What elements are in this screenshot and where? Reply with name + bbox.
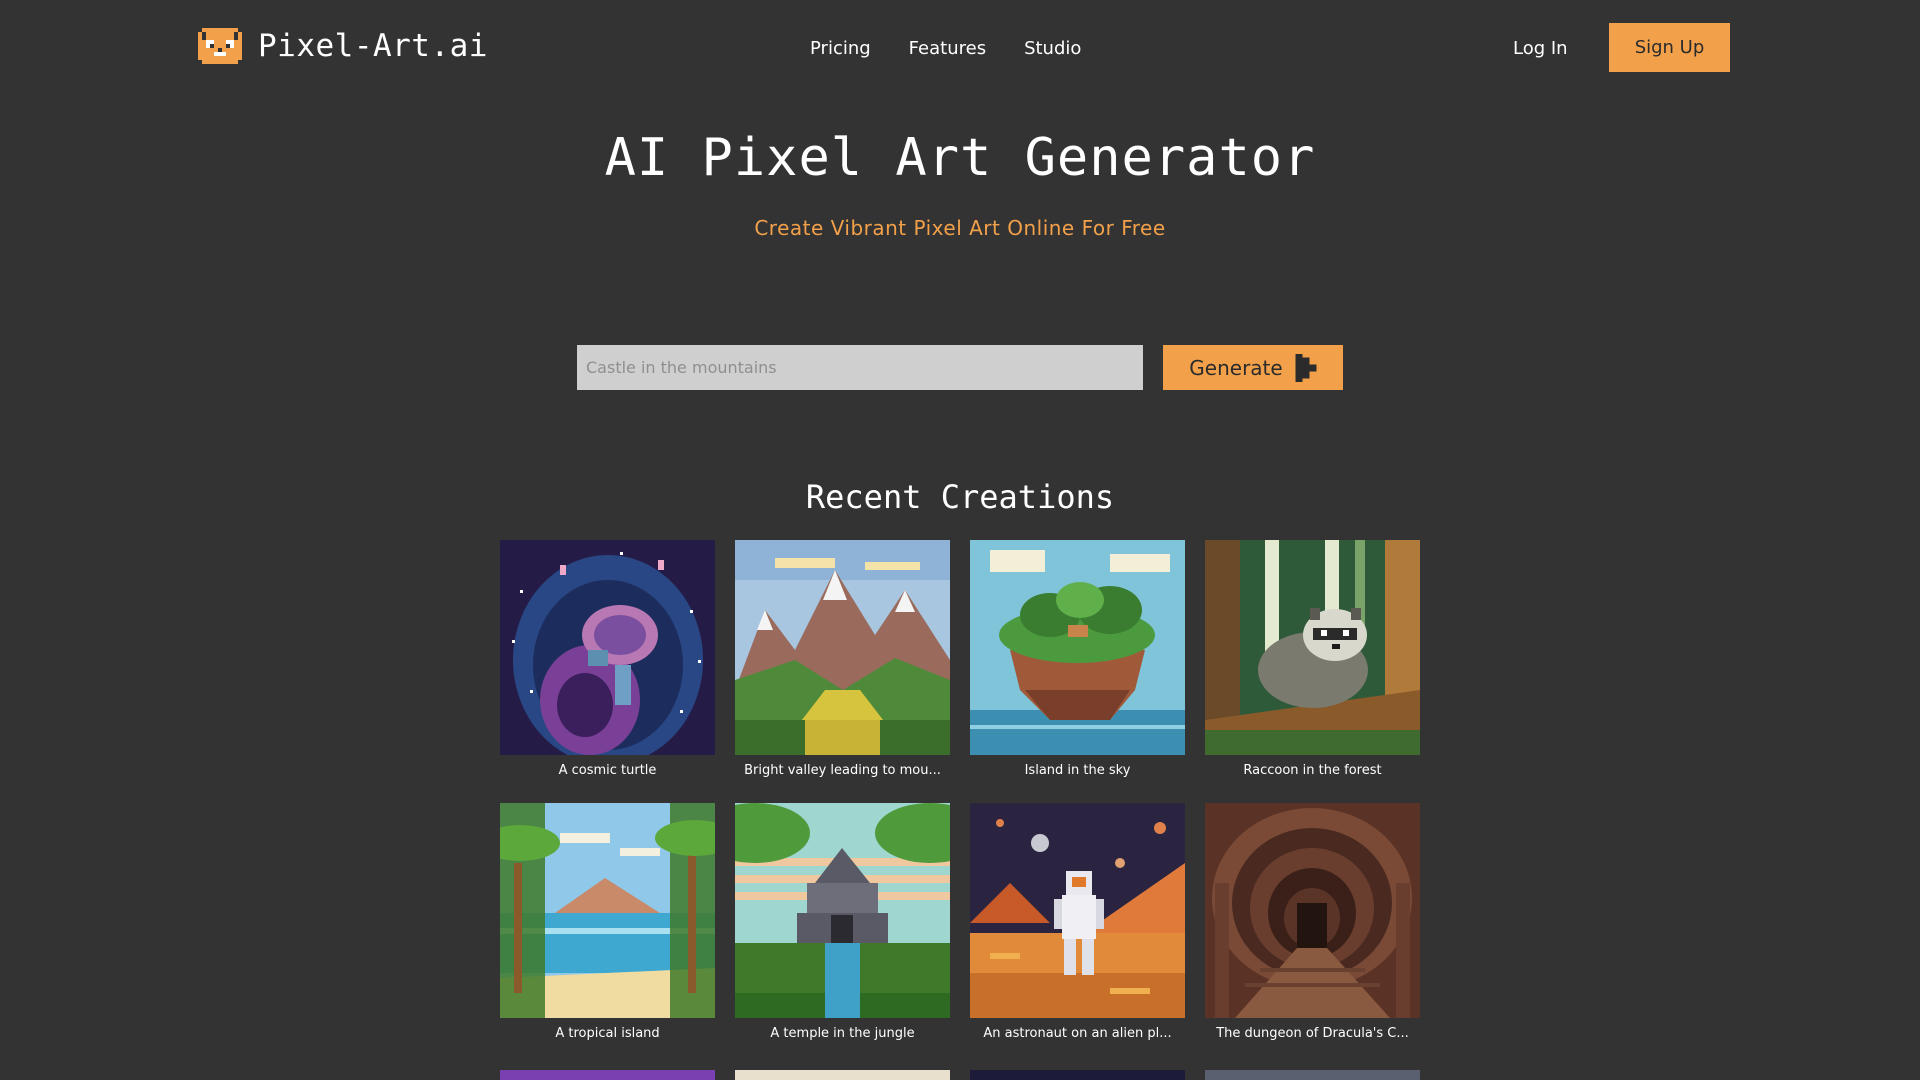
- creations-grid-next-row: [500, 1070, 1420, 1080]
- creation-caption: The dungeon of Dracula's C...: [1216, 1026, 1409, 1041]
- nav-studio[interactable]: Studio: [1024, 38, 1081, 59]
- creation-thumbnail[interactable]: [500, 803, 715, 1018]
- creation-card[interactable]: A tropical island: [500, 803, 715, 1044]
- creation-caption: Island in the sky: [1024, 763, 1131, 778]
- creation-thumbnail[interactable]: [500, 540, 715, 755]
- creation-card[interactable]: Bright valley leading to mou...: [735, 540, 950, 781]
- signup-button[interactable]: Sign Up: [1609, 23, 1730, 72]
- tropical-island-image: [500, 803, 715, 1018]
- astronaut-image: [970, 803, 1185, 1018]
- creation-thumbnail-peek[interactable]: [1205, 1070, 1420, 1080]
- play-arrow-icon: [1295, 353, 1317, 382]
- login-link[interactable]: Log In: [1513, 38, 1568, 59]
- creation-caption: A tropical island: [555, 1026, 660, 1041]
- creation-thumbnail[interactable]: [1205, 803, 1420, 1018]
- creation-thumbnail[interactable]: [1205, 540, 1420, 755]
- creation-card[interactable]: A temple in the jungle: [735, 803, 950, 1044]
- valley-image: [735, 540, 950, 755]
- creation-caption: Raccoon in the forest: [1243, 763, 1382, 778]
- brand-logo-link[interactable]: Pixel-Art.ai: [198, 28, 488, 64]
- nav-pricing[interactable]: Pricing: [810, 38, 871, 59]
- creation-caption: A cosmic turtle: [558, 763, 657, 778]
- creation-thumbnail[interactable]: [970, 803, 1185, 1018]
- cosmic-turtle-image: [500, 540, 715, 755]
- creation-thumbnail-peek[interactable]: [500, 1070, 715, 1080]
- creation-card[interactable]: An astronaut on an alien pl...: [970, 803, 1185, 1044]
- sky-island-image: [970, 540, 1185, 755]
- creations-grid: A cosmic turtle Bright valley leading to…: [500, 540, 1420, 1044]
- creation-thumbnail[interactable]: [735, 803, 950, 1018]
- brand-name: Pixel-Art.ai: [258, 28, 488, 64]
- main-nav: Pricing Features Studio: [810, 38, 1081, 59]
- recent-creations-title: Recent Creations: [805, 478, 1115, 516]
- page-subtitle: Create Vibrant Pixel Art Online For Free: [754, 216, 1166, 240]
- creation-thumbnail[interactable]: [735, 540, 950, 755]
- creation-thumbnail-peek[interactable]: [970, 1070, 1185, 1080]
- creation-caption: A temple in the jungle: [770, 1026, 915, 1041]
- site-header: Pixel-Art.ai Pricing Features Studio Log…: [0, 0, 1920, 96]
- creation-caption: An astronaut on an alien pl...: [983, 1026, 1172, 1041]
- prompt-input[interactable]: [577, 345, 1143, 390]
- creation-thumbnail[interactable]: [970, 540, 1185, 755]
- pixel-cat-logo-icon: [198, 28, 242, 64]
- generate-label: Generate: [1189, 355, 1283, 380]
- creation-card[interactable]: Raccoon in the forest: [1205, 540, 1420, 781]
- raccoon-image: [1205, 540, 1420, 755]
- dungeon-image: [1205, 803, 1420, 1018]
- creation-card[interactable]: A cosmic turtle: [500, 540, 715, 781]
- nav-features[interactable]: Features: [909, 38, 986, 59]
- page-title: AI Pixel Art Generator: [604, 128, 1316, 188]
- jungle-temple-image: [735, 803, 950, 1018]
- creation-caption: Bright valley leading to mou...: [744, 763, 941, 778]
- creation-card[interactable]: Island in the sky: [970, 540, 1185, 781]
- creation-card[interactable]: The dungeon of Dracula's C...: [1205, 803, 1420, 1044]
- generate-button[interactable]: Generate: [1163, 345, 1343, 390]
- creation-thumbnail-peek[interactable]: [735, 1070, 950, 1080]
